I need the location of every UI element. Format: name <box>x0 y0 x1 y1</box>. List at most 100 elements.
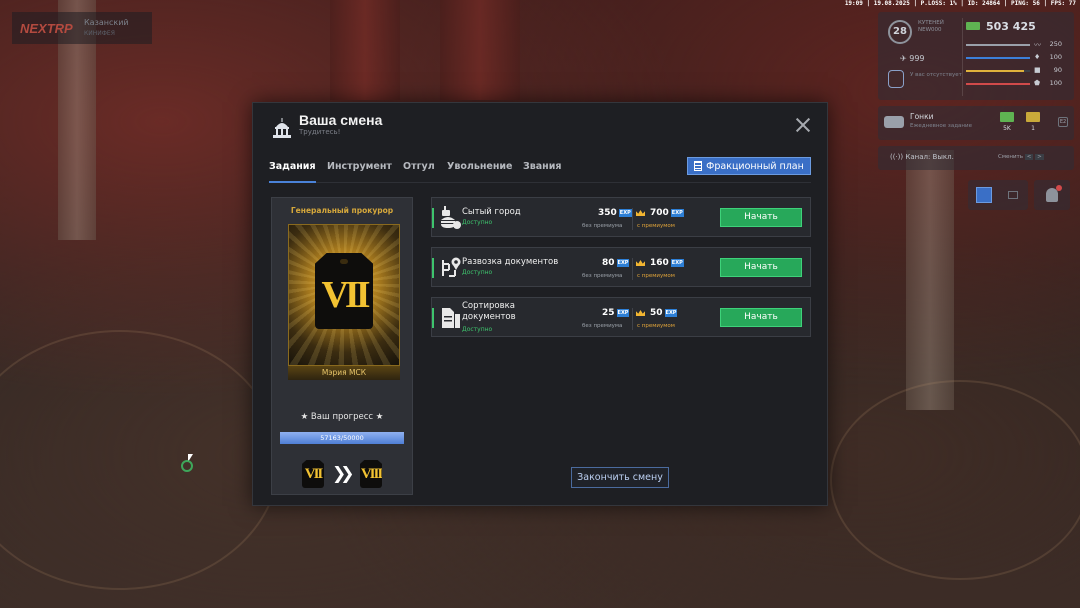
player-info: КУТЕНЕЙ NEW000 <box>918 20 944 34</box>
task-accent <box>432 208 434 228</box>
exp-badge: EXP <box>670 209 684 217</box>
current-rank-numeral: VII <box>304 466 324 482</box>
tab-tasks[interactable]: Задания <box>269 161 316 183</box>
task-accent <box>432 308 434 328</box>
interaction-marker-icon[interactable] <box>181 460 193 472</box>
xp-premium-value: 50 <box>650 308 663 318</box>
player-id: NEW000 <box>918 27 942 33</box>
xp-base: 350 EXP <box>598 208 632 218</box>
voice-label-text: Канал: Выкл. <box>905 153 954 161</box>
plane-icon: ✈ <box>900 54 910 63</box>
next-rank-numeral: VIII <box>360 466 382 482</box>
tab-dismissal[interactable]: Увольнение <box>447 161 513 172</box>
tab-day-off[interactable]: Отгул <box>403 161 435 172</box>
hud-shortcut-calendar[interactable] <box>968 180 1028 210</box>
badge-icon <box>888 70 904 88</box>
prize-value: 1 <box>1031 125 1035 132</box>
task-status: Доступно <box>462 326 493 333</box>
close-icon[interactable] <box>795 117 811 133</box>
stat-bar <box>966 70 1030 72</box>
stat-bar <box>966 44 1030 46</box>
stat-value: 100 <box>1049 79 1062 87</box>
voice-change[interactable]: Сменить < > <box>998 154 1044 160</box>
server-sub: КИНИФЕЯ <box>84 30 115 37</box>
background-curtain <box>330 0 400 100</box>
hud-shortcut-notifications[interactable] <box>1034 180 1070 210</box>
next-rank-icon: VIII <box>360 460 382 488</box>
cash-icon <box>1000 112 1014 122</box>
food-icon: ■ <box>1034 66 1041 74</box>
faction-plan-button[interactable]: Фракционный план <box>687 157 811 175</box>
xp-base: 25 EXP <box>602 308 630 318</box>
modal-subtitle: Трудитесь! <box>299 128 341 136</box>
xp-premium: 50 EXP <box>636 308 678 318</box>
xp-base-value: 25 <box>602 308 615 318</box>
key-next: > <box>1035 154 1044 160</box>
xp-premium-value: 160 <box>650 258 669 268</box>
brand-text: NEXTRP <box>20 20 73 36</box>
rank-card: Генеральный прокурор VII Мэрия МСК ★ Ваш… <box>271 197 413 495</box>
task-name: Сортировка документов <box>462 301 516 322</box>
xp-premium-label: с премиумом <box>637 323 675 329</box>
stat-value: 100 <box>1049 53 1062 61</box>
exp-badge: EXP <box>670 259 684 267</box>
xp-base-value: 350 <box>598 208 617 218</box>
task-status: Доступно <box>462 219 493 226</box>
drop-icon: ♦ <box>1034 53 1041 61</box>
race-title: Гонки <box>910 112 934 121</box>
xp-premium-label: с премиумом <box>637 223 675 229</box>
stat-stamina: ⬟ 100 <box>966 79 1066 89</box>
xp-divider <box>632 208 633 230</box>
xp-base-label: без премиума <box>582 223 623 229</box>
task-status: Доступно <box>462 269 493 276</box>
xp-base-value: 80 <box>602 258 615 268</box>
badge-text: У вас отсутствует <box>910 72 962 78</box>
stat-hunger: ♦ 100 <box>966 53 1066 63</box>
rank-organization: Мэрия МСК <box>321 368 367 377</box>
exp-badge: EXP <box>664 309 678 317</box>
stat-value: 90 <box>1053 66 1062 74</box>
background-curtain <box>440 0 520 100</box>
stat-bar <box>966 57 1030 59</box>
donate-value: 999 <box>909 54 925 63</box>
hud-divider <box>962 18 963 96</box>
finish-shift-button[interactable]: Закончить смену <box>571 467 669 488</box>
route-icon <box>442 257 461 277</box>
brand-logo: NEXTRP <box>12 21 84 36</box>
tab-bar: Задания Инструмент Отгул Увольнение Зван… <box>269 155 811 183</box>
shortcut-key-icon <box>1008 191 1018 199</box>
stat-fill <box>966 70 1024 72</box>
tab-ranks[interactable]: Звания <box>523 161 562 172</box>
faction-plan-label: Фракционный план <box>706 160 804 172</box>
heartbeat-icon: 〰 <box>1034 41 1041 49</box>
rank-progress-bar: 57163/50000 <box>280 432 404 444</box>
xp-divider <box>632 258 633 280</box>
server-logo: NEXTRP Казанский КИНИФЕЯ <box>12 12 152 44</box>
rank-tag-icon: VII <box>315 253 373 329</box>
level-badge: 28 <box>888 20 912 44</box>
tab-tools[interactable]: Инструмент <box>327 161 392 172</box>
background-pillar <box>906 150 954 410</box>
shield-icon: ⬟ <box>1034 79 1041 87</box>
task-accent <box>432 258 434 278</box>
stat-bar <box>966 83 1030 85</box>
start-task-button[interactable]: Начать <box>720 308 802 327</box>
car-icon <box>884 116 904 128</box>
voice-change-text: Сменить <box>998 154 1023 160</box>
stat-fill <box>966 44 1030 46</box>
xp-premium-value: 700 <box>650 208 669 218</box>
start-task-button[interactable]: Начать <box>720 208 802 227</box>
cash-icon <box>966 22 980 30</box>
document-icon <box>694 161 703 171</box>
stat-fill <box>966 83 1030 85</box>
daily-race-widget[interactable]: Гонки Ежедневное задание 5K 1 E2 <box>878 106 1074 140</box>
notification-dot <box>1056 185 1062 191</box>
start-task-button[interactable]: Начать <box>720 258 802 277</box>
xp-base: 80 EXP <box>602 258 630 268</box>
rank-numeral: VII <box>321 274 370 316</box>
stat-health: 〰 250 <box>966 40 1066 50</box>
xp-premium: 160 EXP <box>636 258 684 268</box>
stat-fill <box>966 57 1030 59</box>
background-rug <box>0 330 280 590</box>
player-name: КУТЕНЕЙ <box>918 20 944 26</box>
